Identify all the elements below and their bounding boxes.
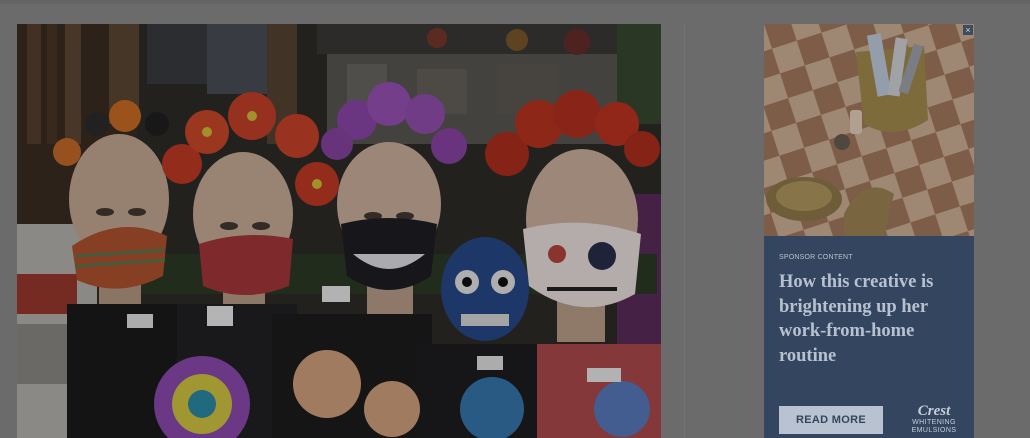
brand-name: Crest [917, 403, 951, 419]
brand-tagline-2: EMULSIONS [911, 427, 957, 434]
checkerboard-table-image [764, 24, 974, 236]
sponsored-ad[interactable]: × SPONSOR CONTENT How this creative is b… [764, 24, 974, 438]
read-more-button[interactable]: READ MORE [779, 406, 883, 434]
top-rule [0, 0, 1030, 4]
article-photo[interactable] [17, 24, 661, 438]
ad-image[interactable]: × [764, 24, 974, 236]
ad-headline[interactable]: How this creative is brightening up her … [779, 270, 964, 368]
brand-logo[interactable]: Crest WHITENING EMULSIONS [900, 404, 968, 435]
photo-art [17, 24, 661, 438]
brand-tagline-1: WHITENING [912, 419, 956, 426]
column-divider [684, 24, 685, 438]
ad-close-icon[interactable]: × [963, 25, 973, 35]
sponsor-label: SPONSOR CONTENT [779, 254, 853, 261]
